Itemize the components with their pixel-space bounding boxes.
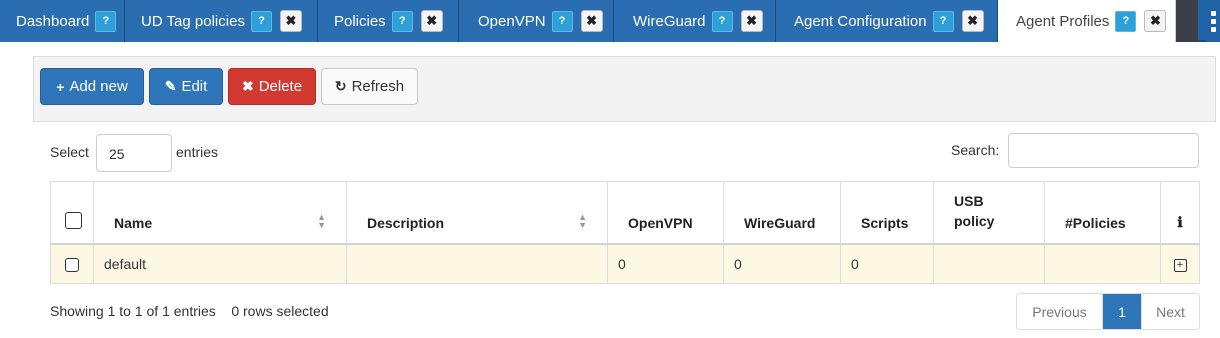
- delete-label: Delete: [258, 78, 303, 95]
- column-header-description[interactable]: Description ▲ ▼: [346, 181, 608, 245]
- column-header-openvpn: OpenVPN: [607, 181, 724, 245]
- agent-profiles-table: Name ▲ ▼ Description ▲ ▼ OpenVPN WireGuard…: [50, 181, 1200, 284]
- delete-button[interactable]: ✖ Delete: [228, 68, 316, 105]
- column-header-usb-policy: USB policy: [933, 181, 1045, 245]
- tab-bar: Dashboard ? UD Tag policies ? ✖ Policies…: [0, 0, 1220, 42]
- tab-label: Policies: [334, 12, 386, 30]
- column-label: OpenVPN: [628, 214, 693, 231]
- pagination: Previous 1 Next: [1016, 293, 1200, 330]
- column-header-scripts: Scripts: [840, 181, 934, 245]
- tab-policies[interactable]: Policies ? ✖: [318, 0, 459, 42]
- tab-agent-profiles[interactable]: Agent Profiles ? ✖: [998, 0, 1176, 42]
- close-icon[interactable]: ✖: [1144, 10, 1167, 32]
- page-1-button[interactable]: 1: [1103, 294, 1141, 329]
- tab-wireguard[interactable]: WireGuard ? ✖: [614, 0, 776, 42]
- tab-label: OpenVPN: [478, 12, 546, 30]
- cell-scripts: 0: [840, 243, 934, 284]
- info-icon: ℹ: [1160, 181, 1200, 245]
- column-label: Name: [114, 214, 153, 231]
- help-icon[interactable]: ?: [932, 10, 954, 32]
- tab-label: Agent Configuration: [794, 12, 927, 30]
- select-all-checkbox[interactable]: [65, 211, 82, 229]
- column-header-wireguard: WireGuard: [723, 181, 841, 245]
- close-icon[interactable]: ✖: [420, 10, 443, 32]
- refresh-label: Refresh: [351, 78, 405, 95]
- tab-bar-divider: [1176, 0, 1198, 42]
- help-icon[interactable]: ?: [95, 10, 117, 32]
- column-label: WireGuard: [744, 214, 816, 231]
- help-icon[interactable]: ?: [551, 10, 573, 32]
- edit-button[interactable]: ✎ Edit: [149, 68, 223, 105]
- sort-icon: ▲ ▼: [317, 211, 326, 230]
- previous-page-button[interactable]: Previous: [1017, 294, 1103, 329]
- row-select-cell: [50, 243, 94, 284]
- column-label: #Policies: [1065, 214, 1126, 231]
- column-label: USB: [954, 192, 984, 209]
- tab-ud-tag-policies[interactable]: UD Tag policies ? ✖: [125, 0, 318, 42]
- edit-label: Edit: [181, 78, 208, 95]
- row-checkbox[interactable]: [65, 257, 79, 272]
- tab-dashboard[interactable]: Dashboard ?: [0, 0, 125, 42]
- column-label: policy: [954, 212, 995, 229]
- times-icon: ✖: [241, 78, 254, 94]
- add-new-label: Add new: [69, 78, 128, 95]
- tab-agent-configuration[interactable]: Agent Configuration ? ✖: [776, 0, 998, 42]
- close-icon[interactable]: ✖: [580, 10, 603, 32]
- refresh-icon: ↻: [334, 78, 347, 94]
- tab-label: WireGuard: [633, 12, 706, 30]
- column-header-policies: #Policies: [1044, 181, 1161, 245]
- refresh-button[interactable]: ↻ Refresh: [321, 68, 418, 105]
- cell-description: [346, 243, 608, 284]
- table-info: Showing 1 to 1 of 1 entries 0 rows selec…: [50, 303, 329, 319]
- length-prefix: Select: [50, 144, 89, 160]
- close-icon[interactable]: ✖: [961, 10, 984, 32]
- cell-openvpn: 0: [607, 243, 724, 284]
- next-page-button[interactable]: Next: [1141, 294, 1199, 329]
- help-icon[interactable]: ?: [391, 10, 413, 32]
- tab-label: Agent Profiles: [1016, 12, 1110, 30]
- search-input[interactable]: [1008, 133, 1199, 168]
- close-icon[interactable]: ✖: [279, 10, 302, 32]
- select-all-header: [50, 181, 94, 245]
- cell-policies: [1044, 243, 1161, 284]
- column-header-name[interactable]: Name ▲ ▼: [93, 181, 347, 245]
- table-header-row: Name ▲ ▼ Description ▲ ▼ OpenVPN WireGuard…: [50, 181, 1200, 245]
- table-row[interactable]: default 0 0 0 +: [50, 243, 1200, 284]
- tab-label: Dashboard: [16, 12, 90, 30]
- action-toolbar: + Add new ✎ Edit ✖ Delete ↻ Refresh: [33, 56, 1216, 122]
- pencil-icon: ✎: [164, 78, 177, 94]
- expand-plus-icon[interactable]: +: [1173, 259, 1187, 273]
- length-suffix: entries: [176, 144, 219, 160]
- plus-icon: +: [56, 78, 65, 95]
- help-icon[interactable]: ?: [250, 10, 272, 32]
- help-icon[interactable]: ?: [1115, 10, 1137, 32]
- tab-menu-icon[interactable]: [1206, 0, 1220, 42]
- add-new-button[interactable]: + Add new: [40, 68, 144, 105]
- column-label: Description: [367, 214, 445, 231]
- help-icon[interactable]: ?: [711, 10, 733, 32]
- sort-icon: ▲ ▼: [578, 211, 587, 230]
- tab-openvpn[interactable]: OpenVPN ? ✖: [459, 0, 614, 42]
- cell-wireguard: 0: [723, 243, 841, 284]
- expand-cell: +: [1160, 243, 1200, 284]
- cell-name: default: [93, 243, 347, 284]
- close-icon[interactable]: ✖: [740, 10, 763, 32]
- column-label: Scripts: [861, 214, 909, 231]
- page-length-select[interactable]: 25: [96, 134, 172, 172]
- cell-usb-policy: [933, 243, 1045, 284]
- search-label: Search:: [951, 142, 1000, 158]
- tab-label: UD Tag policies: [141, 12, 245, 30]
